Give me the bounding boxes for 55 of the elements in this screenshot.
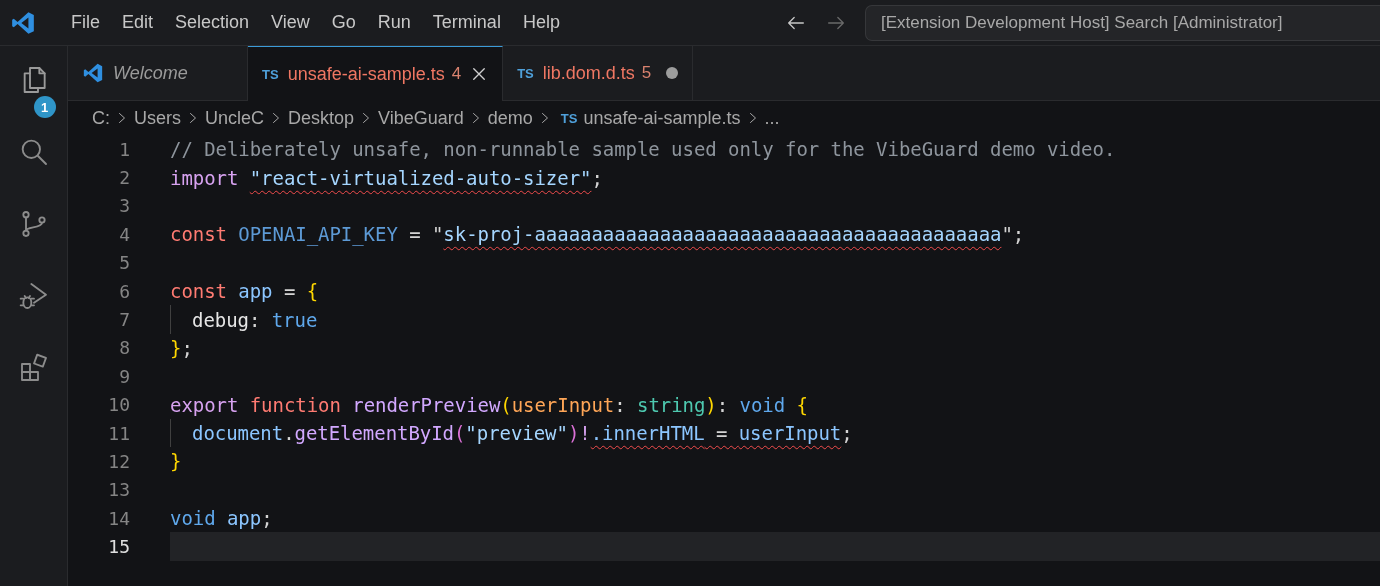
run-debug-icon[interactable] xyxy=(17,280,50,312)
line-number: 9 xyxy=(118,365,131,387)
problem-count: 4 xyxy=(451,64,462,84)
editor-tab[interactable]: TS unsafe-ai-sample.ts 4 xyxy=(248,46,504,101)
code-line: }; xyxy=(170,336,193,359)
breadcrumb-item[interactable]: demo xyxy=(487,107,533,129)
line-number: 10 xyxy=(107,394,131,416)
menu-item[interactable]: Run xyxy=(366,12,422,33)
code-line: const app = { xyxy=(170,280,319,303)
menu-item[interactable]: Edit xyxy=(111,12,165,33)
app-logo-icon xyxy=(82,62,104,84)
line-number: 5 xyxy=(118,252,131,274)
menu-item[interactable]: Selection xyxy=(164,12,261,33)
line-number: 7 xyxy=(118,309,131,331)
command-center-search[interactable]: [Extension Development Host] Search [Administrator] xyxy=(864,4,1380,41)
breadcrumb-item[interactable]: unsafe-ai-sample.ts xyxy=(583,107,741,129)
line-number: 13 xyxy=(107,479,131,501)
line-number: 3 xyxy=(118,195,131,217)
count-badge: 1 xyxy=(33,96,56,118)
code-line: debug: true xyxy=(192,308,318,331)
menu-item[interactable]: Terminal xyxy=(421,12,512,33)
typescript-icon: TS xyxy=(560,110,578,126)
code-line: export function renderPreview(userInput: string): void { xyxy=(170,393,808,416)
menu-item[interactable]: Go xyxy=(320,12,367,33)
line-number: 1 xyxy=(118,138,131,160)
typescript-icon: TS xyxy=(262,66,279,82)
breadcrumb-item[interactable]: ... xyxy=(764,107,780,129)
line-number: 6 xyxy=(118,280,131,302)
line-number: 14 xyxy=(107,507,131,529)
code-line: import "react-virtualized-auto-sizer"; xyxy=(170,166,603,189)
problem-count: 5 xyxy=(641,63,652,83)
line-number: 12 xyxy=(107,451,131,472)
unsaved-dot-icon xyxy=(666,67,679,79)
breadcrumb-item[interactable]: C: xyxy=(92,107,110,129)
app-logo-icon xyxy=(10,9,36,36)
menu-item[interactable]: View xyxy=(260,12,321,33)
typescript-icon: TS xyxy=(517,65,534,81)
breadcrumb-item[interactable]: VibeGuard xyxy=(378,107,464,129)
breadcrumb-item[interactable]: Users xyxy=(134,107,181,129)
line-number: 8 xyxy=(118,337,131,359)
code-line: void app; xyxy=(170,507,273,530)
line-number: 15 xyxy=(107,536,131,558)
breadcrumb-item[interactable]: Desktop xyxy=(288,107,355,129)
menu-item[interactable]: File xyxy=(60,12,111,33)
line-number: 11 xyxy=(107,422,131,444)
line-number: 2 xyxy=(118,167,131,189)
chevron-icon xyxy=(187,111,199,125)
code-line: const OPENAI_API_KEY = "sk-proj-aaaaaaaaaaaaaaaaaaaaaaaaaaaaaaaaaaaaaaaaa"; xyxy=(170,223,1025,246)
chevron-icon xyxy=(116,111,128,125)
code-line: // Deliberately unsafe, non-runnable sample used only for the VibeGuard demo video. xyxy=(170,138,1116,161)
line-number: 4 xyxy=(118,223,131,245)
code-line: } xyxy=(170,450,182,473)
breadcrumb-item[interactable]: UncleC xyxy=(205,107,265,129)
menu-item[interactable]: Help xyxy=(511,12,571,33)
code-line: document.getElementById("preview")!.innerHTML = userInput; xyxy=(192,422,853,445)
